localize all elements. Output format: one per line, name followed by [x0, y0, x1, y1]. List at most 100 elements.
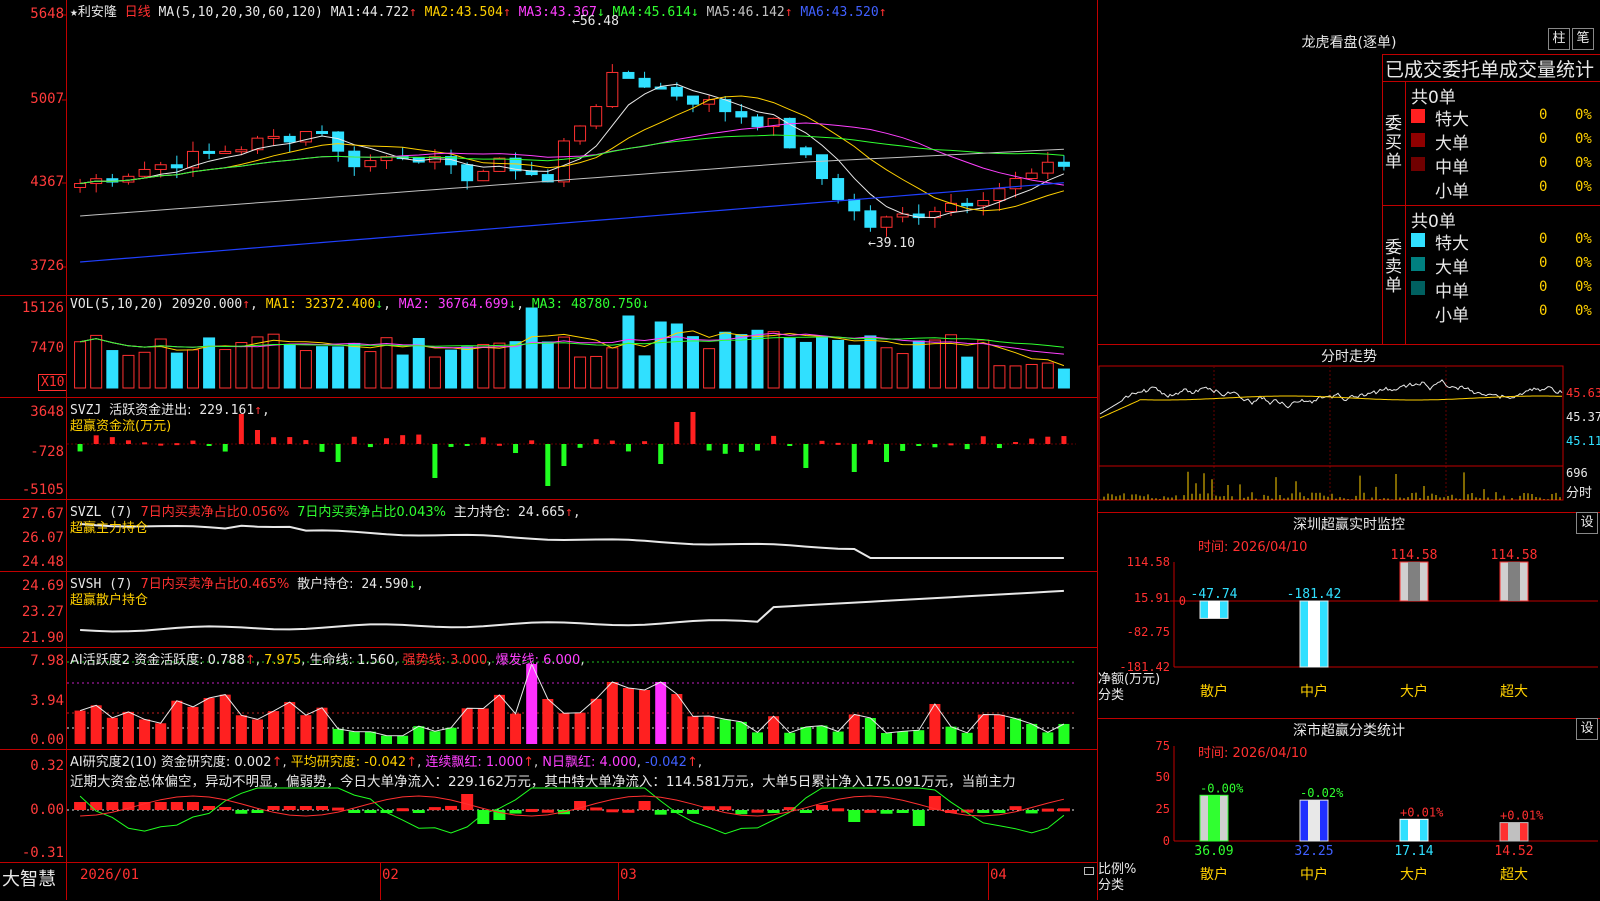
cls-category: 大户 — [1400, 866, 1428, 883]
activity-bar — [332, 728, 344, 744]
activity-bar — [913, 730, 925, 744]
activity-bar — [542, 699, 554, 744]
ma1-arrow: ↑ — [409, 5, 417, 20]
order-pct: 0% — [1575, 107, 1592, 123]
sz-category: 散户 — [1200, 683, 1228, 700]
candle-up — [1041, 161, 1054, 174]
candle-up — [154, 164, 167, 170]
y-tick: 5007 — [30, 91, 64, 107]
ma3-line — [80, 122, 1064, 186]
candle-up — [1025, 172, 1038, 180]
ma4-arrow: ↓ — [690, 5, 699, 20]
ai-research-panel[interactable]: 0.32 0.00 -0.31 AI研究度2(10) 资金研究度: 0.002↑… — [0, 750, 1097, 862]
sz-bar-chart[interactable]: 114.5815.91-82.75-181.420 -47.74散户-181.42… — [1098, 512, 1600, 718]
order-pct: 0% — [1575, 131, 1592, 147]
volume-panel[interactable]: 15126 7470 X10 VOL(5,10,20) 20920.000↑, … — [0, 296, 1097, 398]
order-count: 0 — [1539, 155, 1548, 171]
kline-panel[interactable]: 5648 5007 4367 3726 ★利安隆 日线 MA(5,10,20,3… — [0, 0, 1097, 296]
ma6-label: MA6: — [800, 5, 832, 20]
activity-bar — [300, 715, 312, 744]
class-stats-panel[interactable]: 深市超赢分类统计 设 时间: 2026/04/10 75 50 25 0 -0.00% 3… — [1098, 718, 1600, 900]
svzj-bar — [142, 442, 148, 445]
vol-ma1-arrow: ↓ — [375, 297, 384, 312]
bar-mode-button[interactable]: 柱 — [1548, 28, 1570, 50]
y-tick: 0.32 — [30, 758, 64, 774]
volume-bar — [816, 337, 828, 389]
y-tick: 7.98 — [30, 653, 64, 669]
x-label: 2026/01 — [80, 867, 140, 883]
svzj-bar — [287, 437, 293, 444]
dragon-panel[interactable]: 龙虎看盘(逐单) 柱 笔 已成交委托单成交量统计 委买单 委卖单 共0单 共0单… — [1098, 0, 1600, 345]
x-tick-line — [618, 862, 619, 900]
lock-icon[interactable] — [1084, 867, 1094, 875]
svzj-sub: 超赢资金流(万元) — [70, 419, 172, 434]
x-label: 02 — [382, 867, 399, 883]
research-bar — [90, 802, 103, 810]
order-swatch — [1411, 233, 1425, 247]
svzj-bar — [1061, 436, 1067, 444]
research-bar — [816, 805, 828, 810]
activity-bar — [397, 735, 409, 744]
candle-up — [590, 106, 603, 127]
ai-activity-panel[interactable]: 7.98 3.94 0.00 AI活跃度2 资金活跃度: 0.788↑, 7.9… — [0, 648, 1097, 750]
cls-bar-chart[interactable]: 75 50 25 0 -0.00% 36.09 散户 -0.02% 32.25 中户 +0.01% 1… — [1098, 718, 1600, 900]
sz-monitor-panel[interactable]: 深圳超赢实时监控 设 时间: 2026/04/10 114.58 15.91 -82… — [1098, 512, 1600, 719]
cls-bar-pct: -0.00% — [1200, 781, 1244, 795]
activity-bar — [268, 711, 280, 744]
activity-bar — [219, 694, 231, 744]
buy-sell-divider — [1383, 205, 1600, 206]
research-bar — [912, 810, 925, 826]
volume-bar — [364, 351, 377, 389]
ai1-v3: 1.560 — [357, 653, 395, 668]
svzj-bar — [384, 438, 390, 444]
svzj-bar — [93, 435, 99, 444]
svzl-sub: 超赢主力持仓 — [70, 521, 149, 536]
research-bar — [541, 809, 554, 813]
svzj-panel[interactable]: 3648 -728 -5105 SVZJ 活跃资金进出: 229.161↑, 超… — [0, 398, 1097, 500]
y-tick: 7470 — [30, 340, 64, 356]
research-bar — [219, 807, 232, 811]
candlestick-chart[interactable] — [0, 0, 1097, 296]
candle-down — [799, 147, 812, 156]
high-annotation: ←56.48 — [572, 14, 619, 29]
volume-bar — [219, 349, 232, 389]
candle-up — [364, 160, 377, 168]
volume-bar — [90, 334, 103, 389]
y-tick: 24.48 — [21, 554, 64, 570]
star-icon[interactable]: ★ — [70, 5, 78, 20]
period-label[interactable]: 日线 — [125, 5, 151, 20]
svzl-panel[interactable]: 27.67 26.07 24.48 SVZL (7) 7日内买卖净占比0.056… — [0, 500, 1097, 572]
svzj-bar — [400, 435, 406, 444]
svzj-bar — [577, 444, 583, 448]
research-bar — [203, 806, 216, 810]
intraday-panel[interactable]: 分时走势 45.63 45.37 45.11 696 分时 — [1098, 344, 1600, 513]
order-type: 中单 — [1435, 282, 1469, 302]
svzj-bar — [948, 443, 954, 446]
svzj-bar — [367, 444, 373, 448]
svzj-bar — [513, 444, 519, 454]
volume-bar — [283, 344, 296, 389]
svsh-panel[interactable]: 24.69 23.27 21.90 SVSH (7) 7日内买卖净占比0.465… — [0, 572, 1097, 648]
research-bar — [461, 794, 474, 810]
candle-down — [751, 116, 764, 128]
candle-up — [477, 170, 490, 182]
activity-bar — [477, 708, 489, 744]
cls-category: 散户 — [1200, 866, 1228, 883]
tick-mode-button[interactable]: 笔 — [1572, 28, 1594, 50]
cls-bar-highlight — [1508, 822, 1520, 841]
svsh-v2: 24.590 — [361, 577, 409, 592]
sz-category: 大户 — [1400, 683, 1428, 700]
svzj-value: 229.161 — [199, 403, 255, 418]
svzj-bar — [1045, 436, 1051, 444]
svzj-bar — [303, 440, 309, 444]
activity-bar — [1026, 723, 1038, 744]
candle-down — [348, 150, 361, 168]
intraday-chart[interactable] — [1098, 344, 1600, 512]
svzj-bar — [642, 441, 648, 444]
activity-bar — [203, 697, 215, 744]
sz-y-tick: -82.75 — [1127, 625, 1170, 639]
research-bar — [106, 802, 119, 810]
order-count: 0 — [1539, 279, 1548, 295]
research-bar — [348, 810, 361, 813]
volume-bar — [686, 336, 699, 389]
